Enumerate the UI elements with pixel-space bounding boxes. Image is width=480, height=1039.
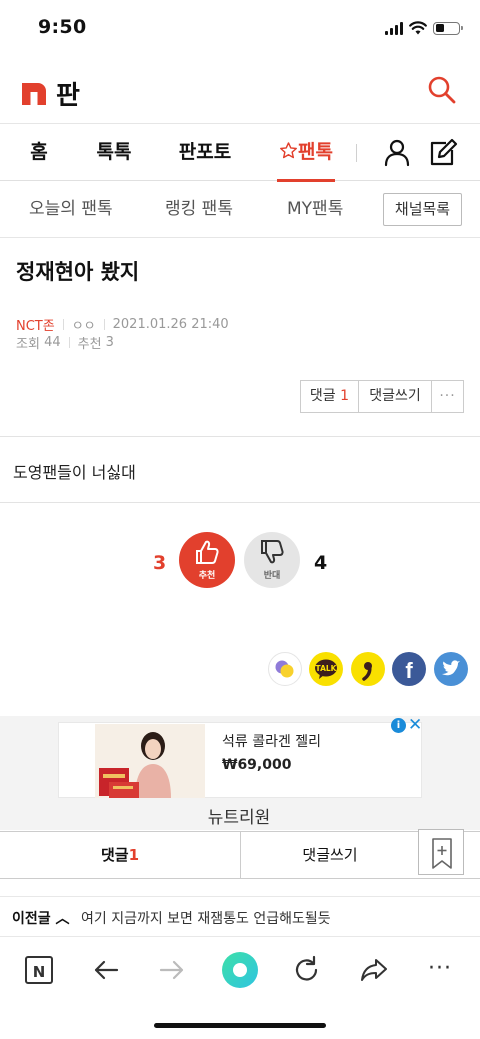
green-dot-icon[interactable] (221, 951, 259, 989)
facebook-share-button[interactable]: f (392, 652, 426, 686)
write-comment-tab[interactable]: 댓글쓰기 (241, 832, 419, 878)
ad-close-icon[interactable]: ✕ (408, 715, 422, 735)
app-header: 판 (0, 60, 480, 122)
kakao-channel-share-button[interactable] (351, 652, 385, 686)
tab-toktok[interactable]: 톡톡 (96, 124, 132, 181)
upvote-count: 3 (153, 552, 167, 574)
naver-home-icon: N (25, 956, 53, 984)
post-meta: NCT존 ㅇㅇ 2021.01.26 21:40 (16, 315, 229, 334)
bookmark-button[interactable] (418, 829, 464, 875)
home-button[interactable]: N (21, 952, 57, 988)
comments-tab-label: 댓글 (100, 846, 129, 864)
home-label: N (33, 963, 46, 981)
thumbs-down-icon (261, 540, 284, 564)
facebook-icon: f (405, 658, 413, 683)
recommend-count: 3 (105, 335, 114, 350)
refresh-icon[interactable] (289, 952, 325, 988)
channel-list-button[interactable]: 채널목록 (383, 193, 462, 226)
nate-logo-icon (22, 82, 46, 105)
post-actions: 댓글 1 댓글쓰기 ··· (300, 380, 464, 413)
wifi-icon (409, 21, 427, 35)
twitter-share-button[interactable] (434, 652, 468, 686)
search-icon[interactable] (426, 74, 458, 106)
twitter-icon (442, 660, 460, 676)
kakaotalk-label: TALK (316, 664, 338, 673)
sub-nav: 오늘의 팬톡 랭킹 팬톡 MY팬톡 채널목록 (0, 181, 480, 238)
recommend-label: 추천 (77, 337, 102, 352)
status-bar: 9:50 (0, 0, 480, 56)
battery-icon (433, 21, 463, 35)
post-category[interactable]: NCT존 (16, 315, 55, 334)
comment-bar: 댓글1 댓글쓰기 (0, 831, 480, 879)
home-indicator (154, 1023, 326, 1028)
signal-icon (385, 21, 403, 35)
comments-label: 댓글 (309, 388, 336, 404)
views-count: 44 (44, 335, 61, 350)
ad-brand[interactable]: 뉴트리원 (56, 803, 422, 828)
kakaostory-share-button[interactable] (268, 652, 302, 686)
ad-banner: 석류 콜라겐 젤리 ₩69,000 i ✕ 뉴트리원 (0, 715, 480, 830)
comments-tab[interactable]: 댓글1 (0, 832, 240, 878)
thumbs-up-icon (196, 540, 219, 564)
post-author: ㅇㅇ (71, 319, 96, 334)
views-label: 조회 (16, 337, 40, 352)
divider (0, 436, 480, 437)
back-icon[interactable] (88, 952, 124, 988)
previous-post-title: 여기 지금까지 보면 재잼통도 언급해도될듯 (81, 911, 331, 927)
share-icon[interactable] (356, 952, 392, 988)
more-button[interactable]: ··· (432, 381, 463, 412)
app-title: 판 (56, 81, 80, 111)
nav-divider (356, 144, 357, 162)
upvote-button[interactable]: 추천 (179, 532, 235, 588)
downvote-count: 4 (314, 552, 328, 574)
post-stats: 조회 44 추천 3 (16, 333, 114, 352)
write-icon[interactable] (426, 137, 458, 169)
ad-product-image (95, 724, 205, 798)
downvote-button[interactable]: 반대 (244, 532, 300, 588)
subtab-ranking[interactable]: 랭킹 팬톡 (165, 181, 233, 237)
more-icon[interactable]: ··· (422, 954, 458, 990)
tab-fantalk[interactable]: 팬톡 (277, 124, 335, 182)
kakaotalk-share-button[interactable]: TALK (309, 652, 343, 686)
comments-tab-count: 1 (128, 846, 140, 864)
write-comment-button[interactable]: 댓글쓰기 (359, 381, 432, 412)
comments-count: 1 (340, 388, 350, 404)
downvote-label: 반대 (263, 571, 281, 581)
previous-post-label: 이전글 ︿ (12, 911, 70, 927)
browser-toolbar: N ··· (0, 940, 480, 1002)
status-time: 9:50 (38, 16, 87, 38)
chevron-up-icon: ︿ (55, 911, 70, 927)
subtab-today[interactable]: 오늘의 팬톡 (29, 181, 113, 237)
tab-panphoto[interactable]: 판포토 (178, 124, 232, 181)
forward-icon[interactable] (154, 952, 190, 988)
previous-post[interactable]: 이전글 ︿ 여기 지금까지 보면 재잼통도 언급해도될듯 (0, 896, 480, 937)
ad-product-name: 석류 콜라겐 젤리 (222, 734, 322, 750)
post-body: 도영팬들이 너싫대 (13, 463, 136, 482)
main-nav: 홈 톡톡 판포토 팬톡 (0, 123, 480, 182)
tab-fantalk-label: 팬톡 (298, 141, 333, 163)
facebook-label: f (405, 658, 413, 683)
kakao-channel-icon (362, 662, 372, 681)
status-icons (385, 19, 463, 37)
post-date: 2021.01.26 21:40 (112, 317, 229, 332)
ad-card[interactable]: 석류 콜라겐 젤리 ₩69,000 (58, 722, 422, 798)
divider (0, 502, 480, 503)
user-icon[interactable] (381, 137, 413, 169)
tab-home[interactable]: 홈 (28, 124, 50, 181)
logo[interactable]: 판 (22, 75, 80, 112)
ad-product-price: ₩69,000 (222, 757, 292, 773)
post-title: 정재현아 봤지 (16, 260, 140, 284)
comments-button[interactable]: 댓글 1 (301, 381, 359, 412)
subtab-my[interactable]: MY팬톡 (287, 181, 343, 237)
star-icon (280, 142, 297, 159)
bookmark-add-icon (432, 838, 452, 869)
kakaostory-icon (275, 660, 294, 678)
ad-info-icon[interactable]: i (391, 718, 406, 733)
upvote-label: 추천 (198, 571, 216, 581)
kakaotalk-icon: TALK (315, 659, 338, 679)
